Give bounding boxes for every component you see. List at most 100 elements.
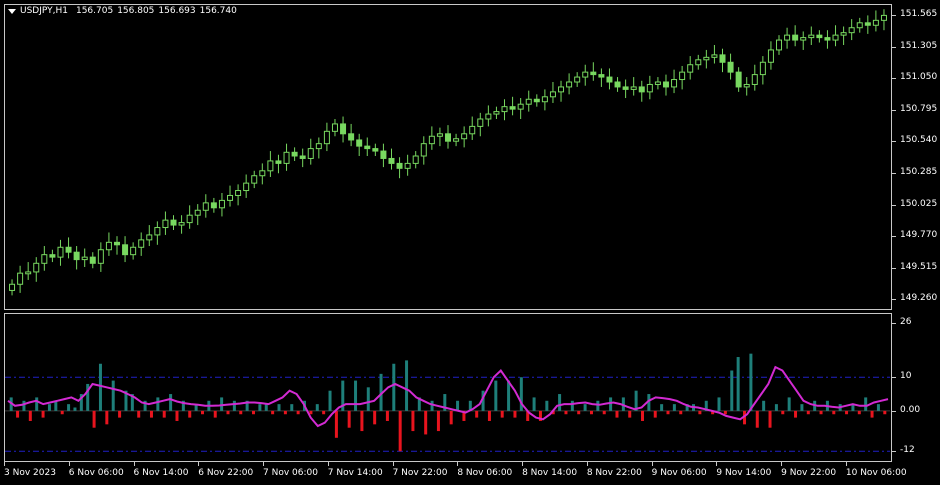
indicator-tick-mark: [892, 377, 896, 379]
candle-body: [558, 86, 565, 93]
candle-body: [469, 125, 476, 135]
price-tick-label: 151.050: [900, 72, 938, 83]
candle-body: [428, 135, 435, 145]
candle-body: [541, 96, 548, 103]
candle-body: [49, 254, 56, 258]
candle-body: [283, 151, 290, 164]
candle-body: [420, 143, 427, 157]
time-tick-label: 7 Nov 06:00: [263, 468, 318, 478]
candle-body: [767, 49, 774, 63]
candle-body: [719, 54, 726, 63]
candle-body: [840, 32, 847, 36]
candle-body: [65, 246, 72, 253]
candle-body: [808, 34, 815, 39]
time-tick-label: 7 Nov 14:00: [327, 468, 383, 478]
candle-body: [517, 103, 524, 110]
candle-body: [784, 34, 791, 41]
candle-body: [243, 182, 250, 192]
candle-body: [880, 14, 887, 21]
candle-body: [493, 111, 500, 115]
candle-body: [33, 262, 40, 273]
time-tick-label: 6 Nov 22:00: [198, 468, 254, 478]
candle-body: [501, 106, 508, 113]
candle-body: [105, 241, 112, 251]
candle-body: [130, 246, 137, 256]
candle-body: [323, 130, 330, 145]
price-tick-label: 151.565: [900, 8, 938, 19]
candle-body: [436, 133, 443, 137]
price-tick-label: 150.025: [900, 198, 938, 209]
indicator-tick-label: 10: [900, 371, 912, 382]
indicator-tick-label: 26: [900, 317, 912, 328]
candle-body: [227, 194, 234, 201]
time-tick-mark: [133, 462, 135, 466]
price-tick-mark: [892, 236, 896, 238]
candle-body: [582, 71, 589, 78]
candle-body: [751, 74, 758, 85]
price-tick-mark: [892, 204, 896, 206]
candle-body: [218, 199, 225, 209]
time-tick-label: 8 Nov 22:00: [586, 468, 642, 478]
candle-body: [372, 148, 379, 152]
candle-body: [186, 214, 193, 224]
candle-body: [598, 74, 605, 78]
candle-body: [364, 145, 371, 150]
candle-body: [727, 61, 734, 73]
time-tick-label: 9 Nov 14:00: [716, 468, 772, 478]
candle-body: [113, 241, 120, 246]
candle-body: [695, 59, 702, 66]
indicator-tick-mark: [892, 410, 896, 412]
indicator-tick-label: 0.00: [900, 404, 921, 415]
candle-body: [138, 239, 145, 248]
candle-body: [275, 160, 282, 164]
candle-body: [864, 22, 871, 26]
candle-body: [154, 227, 161, 236]
candle-body: [485, 113, 492, 120]
candle-body: [73, 251, 80, 261]
candle-body: [711, 54, 718, 58]
price-tick-mark: [892, 267, 896, 269]
candle-body: [477, 118, 484, 127]
candle-body: [17, 272, 24, 285]
time-tick-mark: [198, 462, 200, 466]
candle-body: [81, 256, 88, 261]
time-tick-mark: [586, 462, 588, 466]
candle-body: [832, 34, 839, 41]
candle-body: [291, 151, 298, 157]
candle-body: [340, 123, 347, 135]
candle-body: [356, 139, 363, 147]
time-tick-label: 8 Nov 14:00: [522, 468, 578, 478]
indicator-tick-label: -12: [900, 445, 915, 456]
candle-body: [404, 162, 411, 169]
price-tick-label: 150.540: [900, 135, 938, 146]
candle-body: [57, 246, 64, 258]
time-tick-mark: [457, 462, 459, 466]
time-tick-label: 7 Nov 22:00: [392, 468, 448, 478]
price-tick-label: 149.515: [900, 261, 938, 272]
candle-body: [41, 254, 48, 264]
candle-body: [630, 86, 637, 90]
candle-body: [412, 155, 419, 164]
candle-body: [566, 81, 573, 88]
candle-body: [590, 71, 597, 76]
time-axis: 3 Nov 2023 6 Nov 06:00 6 Nov 14:00 6 Nov 22…: [0, 462, 940, 485]
time-tick-mark: [327, 462, 329, 466]
candle-body: [614, 81, 621, 88]
candle-body: [856, 22, 863, 29]
candle-body: [549, 91, 556, 98]
time-tick-label: 6 Nov 06:00: [68, 468, 124, 478]
candle-body: [606, 76, 613, 83]
candle-body: [654, 81, 661, 85]
candle-body: [194, 209, 201, 216]
candle-body: [735, 71, 742, 88]
price-tick-label: 149.260: [900, 293, 938, 304]
candle-body: [267, 160, 274, 172]
price-tick-mark: [892, 172, 896, 174]
candle-body: [687, 64, 694, 73]
time-tick-mark: [4, 462, 5, 466]
candle-body: [525, 98, 532, 105]
candle-body: [671, 79, 678, 88]
time-tick-mark: [392, 462, 394, 466]
time-tick-label: 9 Nov 22:00: [781, 468, 837, 478]
candle-body: [146, 234, 153, 241]
